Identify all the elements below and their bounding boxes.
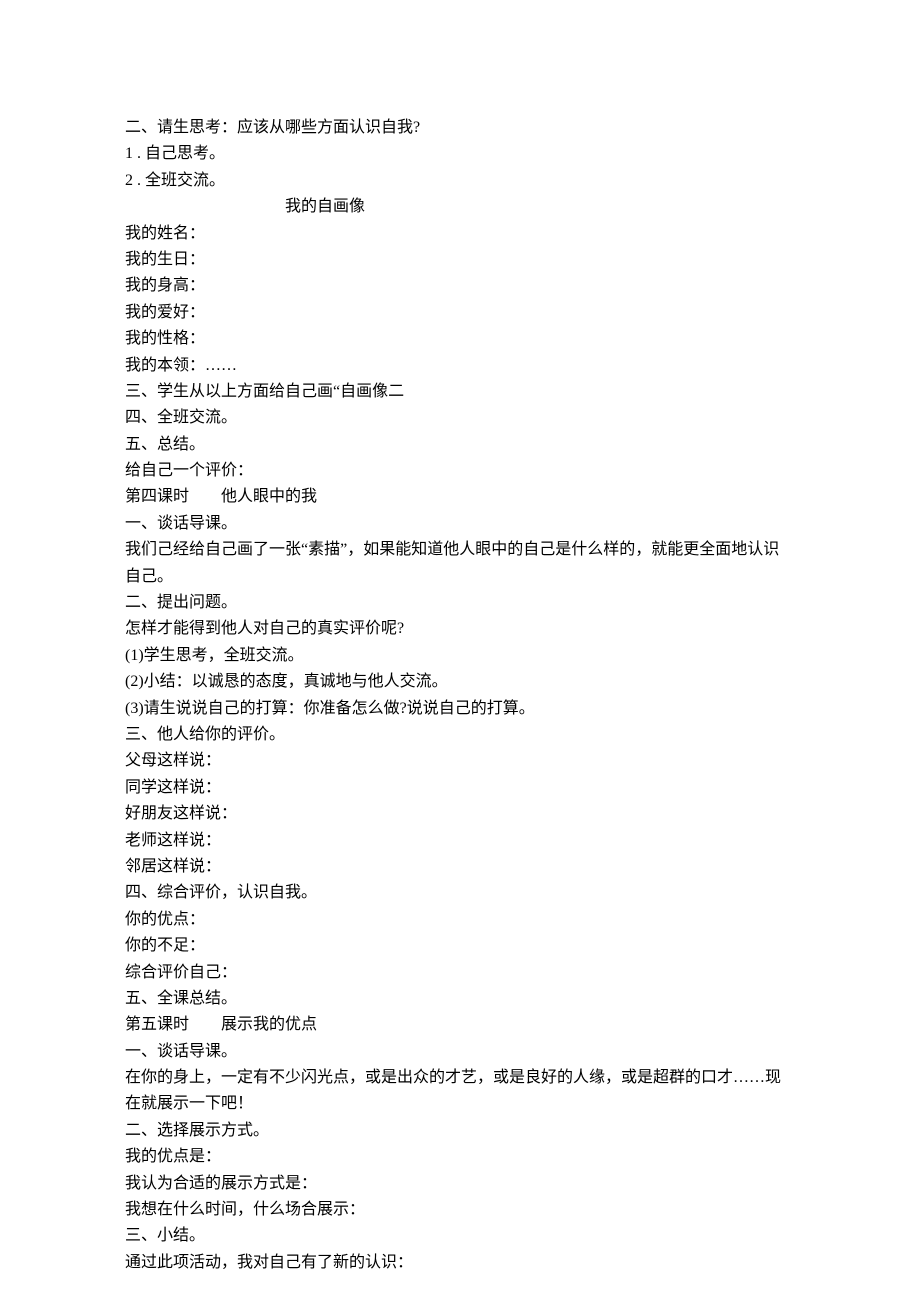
text-line: 老师这样说： — [125, 828, 795, 854]
text-line: 第五课时 展示我的优点 — [125, 1012, 795, 1038]
text-line: 我的优点是： — [125, 1144, 795, 1170]
text-line: 四、全班交流。 — [125, 405, 795, 431]
text-line: 综合评价自己： — [125, 960, 795, 986]
text-line: (3)请生说说自己的打算：你准备怎么做?说说自己的打算。 — [125, 696, 795, 722]
text-line: 四、综合评价，认识自我。 — [125, 880, 795, 906]
text-line: 第四课时 他人眼中的我 — [125, 484, 795, 510]
text-line: 二、请生思考：应该从哪些方面认识自我? — [125, 115, 795, 141]
text-line: 我的本领：…… — [125, 353, 795, 379]
text-line: 二、选择展示方式。 — [125, 1118, 795, 1144]
text-line: 通过此项活动，我对自己有了新的认识： — [125, 1250, 795, 1276]
document-page: 二、请生思考：应该从哪些方面认识自我?1 . 自己思考。2 . 全班交流。我的自… — [0, 0, 920, 1301]
text-line: 三、学生从以上方面给自己画“自画像二 — [125, 379, 795, 405]
text-line: 二、提出问题。 — [125, 590, 795, 616]
text-line: 你的不足： — [125, 933, 795, 959]
text-line: 一、谈话导课。 — [125, 1039, 795, 1065]
text-line: (2)小结：以诚恳的态度，真诚地与他人交流。 — [125, 669, 795, 695]
text-line: 邻居这样说： — [125, 854, 795, 880]
text-line: 父母这样说： — [125, 748, 795, 774]
text-line: (1)学生思考，全班交流。 — [125, 643, 795, 669]
text-line: 一、谈话导课。 — [125, 511, 795, 537]
text-line: 好朋友这样说： — [125, 801, 795, 827]
text-line: 我的性格： — [125, 326, 795, 352]
text-line: 给自己一个评价： — [125, 458, 795, 484]
text-line: 五、全课总结。 — [125, 986, 795, 1012]
text-line: 1 . 自己思考。 — [125, 141, 795, 167]
text-line: 我认为合适的展示方式是： — [125, 1171, 795, 1197]
text-line: 三、他人给你的评价。 — [125, 722, 795, 748]
text-line: 我的身高： — [125, 273, 795, 299]
text-line: 在你的身上，一定有不少闪光点，或是出众的才艺，或是良好的人缘，或是超群的口才……… — [125, 1065, 795, 1118]
text-line: 我的自画像 — [125, 194, 795, 220]
text-line: 你的优点： — [125, 907, 795, 933]
text-line: 我们己经给自己画了一张“素描”，如果能知道他人眼中的自己是什么样的，就能更全面地… — [125, 537, 795, 590]
text-line: 我想在什么时间，什么场合展示： — [125, 1197, 795, 1223]
text-line: 三、小结。 — [125, 1223, 795, 1249]
text-line: 2 . 全班交流。 — [125, 168, 795, 194]
text-line: 我的生日： — [125, 247, 795, 273]
text-line: 我的爱好： — [125, 300, 795, 326]
text-line: 我的姓名： — [125, 221, 795, 247]
text-line: 五、总结。 — [125, 432, 795, 458]
text-line: 怎样才能得到他人对自己的真实评价呢? — [125, 616, 795, 642]
text-line: 同学这样说： — [125, 775, 795, 801]
document-content: 二、请生思考：应该从哪些方面认识自我?1 . 自己思考。2 . 全班交流。我的自… — [125, 115, 795, 1276]
